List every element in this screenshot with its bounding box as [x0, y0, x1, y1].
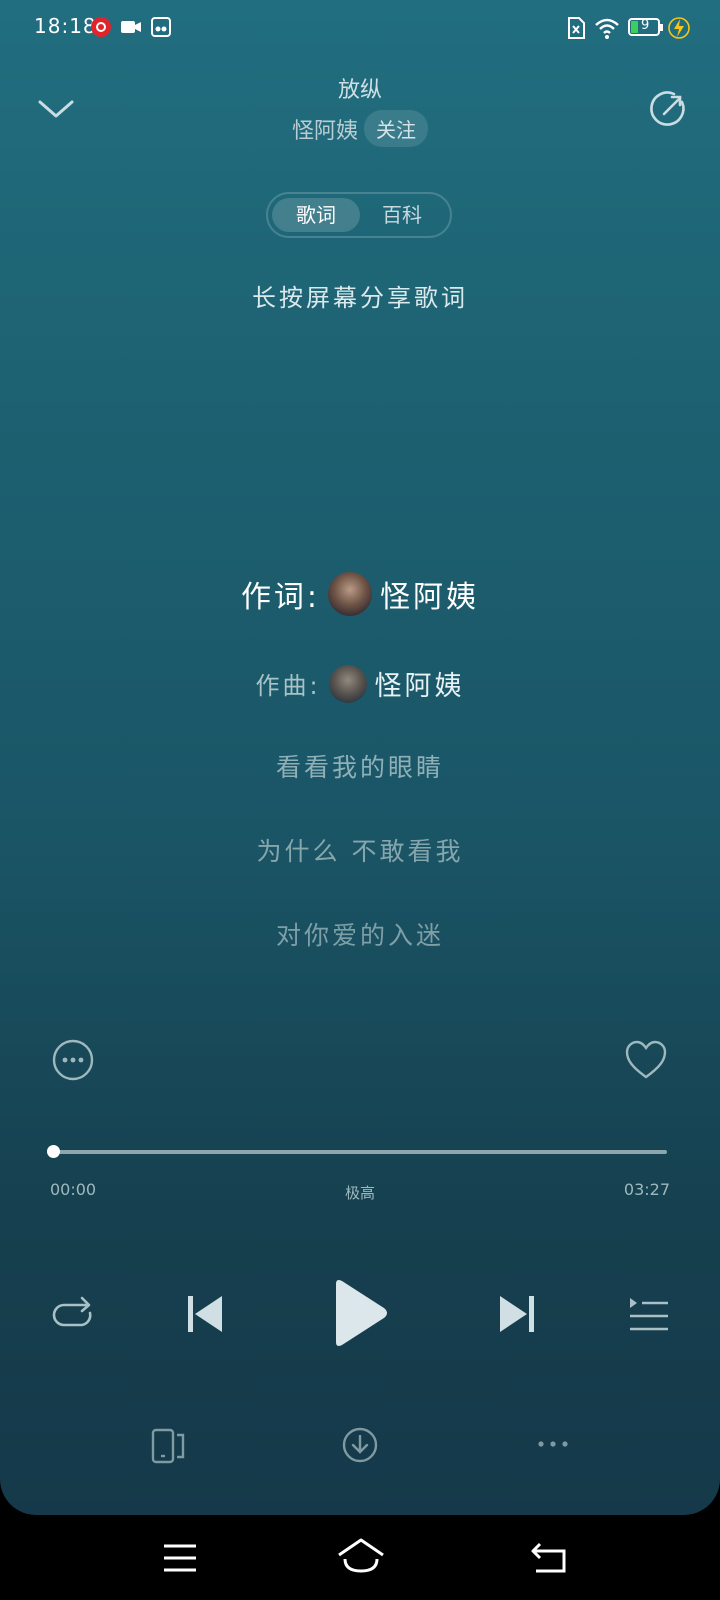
composer-name[interactable]: 怪阿姨 [375, 664, 465, 703]
lyricist-credit: 作词: 怪阿姨 [0, 572, 720, 616]
lyrics-wiki-tabs: 歌词 百科 [266, 192, 452, 238]
lyric-line: 为什么 不敢看我 [256, 837, 464, 866]
download-icon[interactable] [341, 1426, 379, 1464]
tab-wiki[interactable]: 百科 [360, 198, 444, 232]
battery-level: 9 [641, 18, 650, 33]
playlist-icon[interactable] [628, 1296, 670, 1334]
share-lyrics-hint: 长按屏幕分享歌词 [252, 284, 468, 312]
status-time: 18:18 [34, 14, 97, 38]
composer-label: 作曲: [255, 672, 321, 700]
back-icon[interactable] [530, 1541, 568, 1575]
wifi-icon [595, 18, 619, 39]
tab-lyrics[interactable]: 歌词 [272, 198, 360, 232]
player-screen: 18:18 9 放纵 怪阿姨 关注 歌词 百科 长按屏幕分享歌词 作词: 怪阿姨… [0, 0, 720, 1515]
share-icon[interactable] [648, 88, 690, 130]
more-actions-icon[interactable] [536, 1434, 570, 1454]
follow-button[interactable]: 关注 [364, 110, 428, 147]
song-title: 放纵 [337, 78, 382, 103]
menu-icon[interactable] [162, 1543, 198, 1573]
lyric-line: 对你爱的入迷 [275, 921, 444, 950]
artist-row: 怪阿姨 关注 [0, 110, 720, 147]
quality-label[interactable]: 极高 [0, 1182, 720, 1203]
repeat-icon[interactable] [50, 1293, 96, 1335]
next-track-icon[interactable] [496, 1294, 536, 1334]
progress-knob[interactable] [47, 1145, 60, 1158]
video-camera-icon [121, 21, 141, 33]
previous-track-icon[interactable] [186, 1294, 226, 1334]
play-icon[interactable] [330, 1278, 390, 1348]
device-cast-icon[interactable] [150, 1427, 188, 1465]
lyric-line: 看看我的眼睛 [275, 753, 444, 782]
composer-credit: 作曲: 怪阿姨 [0, 664, 720, 703]
lyricist-label: 作词: [240, 580, 321, 615]
composer-avatar[interactable] [328, 664, 367, 703]
progress-bar[interactable] [47, 1145, 667, 1158]
lyricist-avatar[interactable] [328, 572, 373, 616]
no-sim-icon [568, 17, 585, 39]
home-icon[interactable] [336, 1537, 386, 1575]
status-bar: 18:18 9 [0, 10, 720, 46]
heart-favorite-icon[interactable] [624, 1039, 668, 1081]
more-options-icon[interactable] [52, 1039, 94, 1081]
system-navigation-bar [0, 1515, 720, 1600]
battery-fill [631, 21, 638, 33]
total-time: 03:27 [623, 1180, 670, 1199]
battery-icon: 9 [628, 18, 663, 36]
screen-recorder-icon [151, 17, 171, 37]
artist-name[interactable]: 怪阿姨 [292, 113, 358, 145]
charging-icon [668, 17, 690, 39]
lyricist-name[interactable]: 怪阿姨 [380, 572, 479, 616]
netease-music-icon [91, 17, 111, 37]
